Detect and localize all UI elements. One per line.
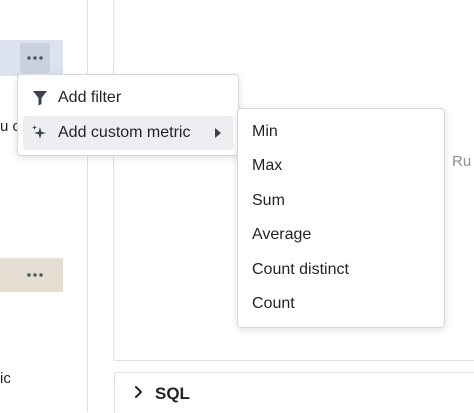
panel-divider: [87, 0, 88, 412]
submenu-item-count-distinct[interactable]: Count distinct: [238, 253, 444, 287]
more-horizontal-icon: [27, 273, 43, 277]
sql-section-label[interactable]: SQL: [155, 384, 190, 404]
filter-icon: [33, 91, 47, 106]
menu-item-add-custom-metric[interactable]: Add custom metric: [23, 116, 233, 150]
submenu-item-max[interactable]: Max: [238, 149, 444, 183]
caret-right-icon: [215, 128, 221, 138]
chevron-right-icon[interactable]: [131, 385, 145, 399]
submenu-item-count[interactable]: Count: [238, 287, 444, 321]
submenu-item-average[interactable]: Average: [238, 218, 444, 252]
custom-metric-submenu: Min Max Sum Average Count distinct Count: [237, 108, 445, 328]
submenu-item-label: Max: [252, 157, 283, 174]
run-query-hint: Ru: [452, 153, 472, 170]
submenu-item-label: Sum: [252, 192, 285, 209]
sparkles-icon: [32, 125, 46, 139]
field-name-truncated-2: ic: [0, 370, 11, 387]
submenu-item-label: Average: [252, 226, 312, 243]
menu-item-add-filter[interactable]: Add filter: [18, 81, 238, 115]
menu-item-label: Add filter: [58, 89, 122, 106]
submenu-item-label: Min: [252, 123, 278, 140]
submenu-item-min[interactable]: Min: [238, 115, 444, 149]
field-context-menu: Add filter Add custom metric: [17, 74, 239, 156]
more-options-button-2[interactable]: [20, 260, 50, 290]
more-options-button[interactable]: [20, 43, 50, 73]
submenu-item-label: Count distinct: [252, 261, 349, 278]
submenu-item-label: Count: [252, 295, 295, 312]
more-horizontal-icon: [27, 56, 43, 60]
menu-item-label: Add custom metric: [58, 124, 191, 141]
submenu-item-sum[interactable]: Sum: [238, 184, 444, 218]
